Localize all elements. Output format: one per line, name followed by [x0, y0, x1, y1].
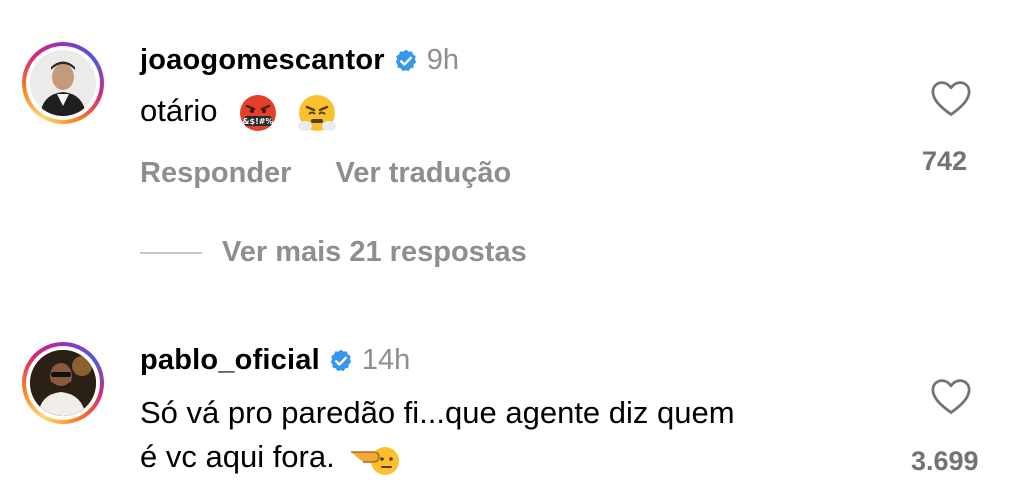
user-photo-icon — [30, 350, 96, 416]
face-with-symbols-on-mouth-icon: &$!#% — [240, 94, 277, 131]
comment-time: 9h — [426, 44, 459, 76]
comment-text-row: otário &$!#% — [140, 89, 337, 133]
comment-text: otário — [140, 93, 218, 128]
svg-text:&$!#%: &$!#% — [243, 117, 274, 126]
replies-divider — [140, 251, 202, 254]
hand-pointing-left-icon — [351, 446, 400, 475]
avatar[interactable] — [22, 42, 104, 124]
view-more-replies-label[interactable]: Ver mais 21 respostas — [222, 236, 527, 269]
comment-time: 14h — [361, 344, 411, 376]
like-count: 3.699 — [911, 446, 979, 476]
like-count: 742 — [922, 146, 968, 176]
comment-text-line-1: Só vá pro paredão fi...que agente diz qu… — [140, 395, 735, 430]
avatar[interactable] — [22, 342, 104, 424]
comment-joaogomescantor: joaogomescantor 9h otário &$!#% Responde… — [0, 0, 1024, 230]
comment-pablo-oficial: pablo_oficial 14h Só vá pro paredão fi..… — [0, 300, 1024, 497]
verified-badge-icon — [330, 349, 352, 371]
see-translation-button[interactable]: Ver tradução — [335, 157, 511, 190]
face-with-steam-from-nose-icon — [297, 94, 336, 131]
view-more-replies[interactable]: Ver mais 21 respostas — [140, 236, 527, 269]
username[interactable]: joaogomescantor — [140, 44, 385, 77]
heart-icon[interactable] — [930, 378, 972, 416]
username[interactable]: pablo_oficial — [140, 344, 320, 377]
comment-text-row: é vc aqui fora. — [140, 435, 401, 479]
user-photo-icon — [30, 50, 96, 116]
comment-text-line-2: é vc aqui fora. — [140, 439, 335, 474]
reply-button[interactable]: Responder — [140, 157, 291, 190]
heart-icon[interactable] — [930, 80, 972, 118]
verified-badge-icon — [395, 49, 416, 71]
